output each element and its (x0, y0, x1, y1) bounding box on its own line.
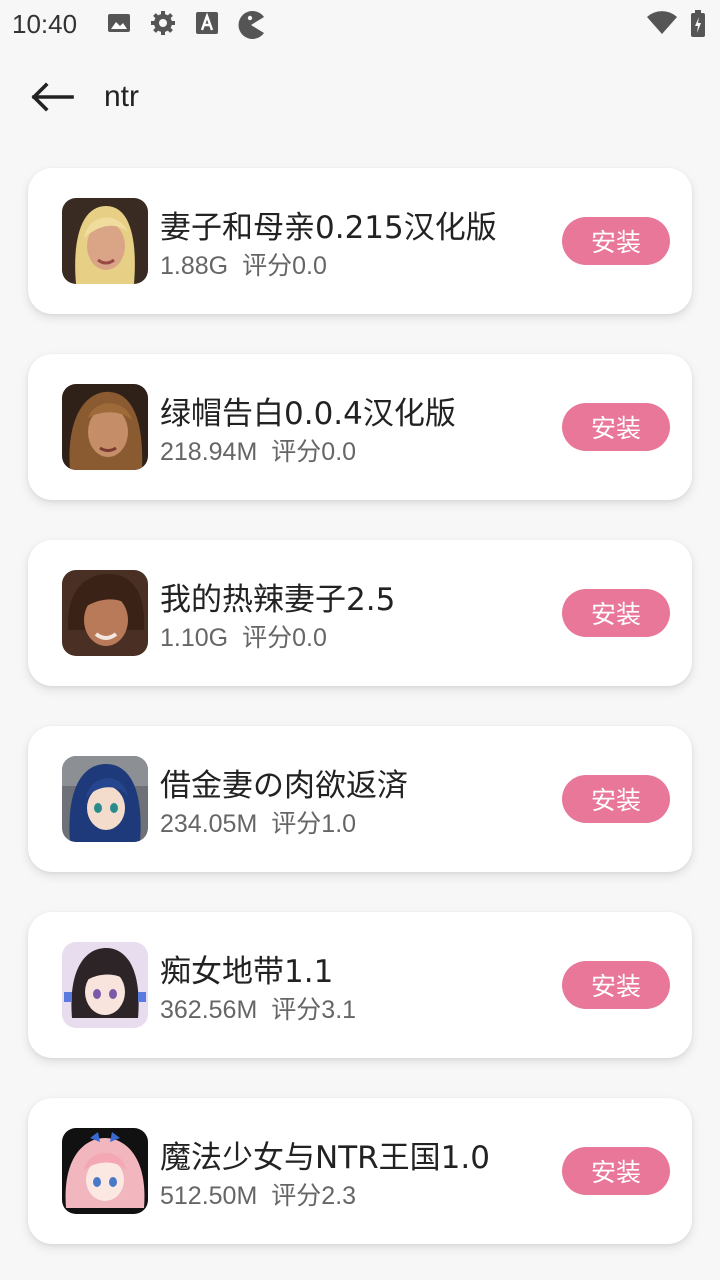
app-name: 魔法少女与NTR王国1.0 (160, 1140, 490, 1176)
app-thumbnail (62, 198, 148, 284)
list-item[interactable]: 痴女地带1.1 362.56M 评分3.1 安装 (28, 912, 692, 1058)
list-item[interactable]: 我的热辣妻子2.5 1.10G 评分0.0 安装 (28, 540, 692, 686)
app-size: 1.88G (160, 252, 229, 280)
status-time: 10:40 (12, 9, 78, 39)
install-button[interactable]: 安装 (562, 217, 670, 265)
search-top-bar: ntr (0, 60, 720, 140)
app-rating: 评分1.0 (271, 810, 357, 838)
app-meta: 1.10G 评分0.0 (160, 618, 327, 654)
list-item[interactable]: 妻子和母亲0.215汉化版 1.88G 评分0.0 安装 (28, 168, 692, 314)
gear-icon (150, 10, 176, 36)
install-button[interactable]: 安装 (562, 775, 670, 823)
app-thumbnail (62, 756, 148, 842)
list-item[interactable]: 绿帽告白0.0.4汉化版 218.94M 评分0.0 安装 (28, 354, 692, 500)
app-size: 1.10G (160, 624, 229, 652)
app-rating: 评分3.1 (271, 996, 357, 1024)
battery-icon (690, 10, 706, 42)
app-meta: 1.88G 评分0.0 (160, 246, 327, 282)
app-name: 绿帽告白0.0.4汉化版 (160, 396, 456, 432)
app-name: 妻子和母亲0.215汉化版 (160, 210, 497, 246)
results-list: 妻子和母亲0.215汉化版 1.88G 评分0.0 安装 绿帽告白0.0.4汉化版… (28, 168, 692, 1280)
image-icon (106, 10, 132, 36)
install-button[interactable]: 安装 (562, 961, 670, 1009)
app-rating: 评分0.0 (242, 252, 327, 280)
pacman-icon (236, 10, 266, 39)
app-rating: 评分2.3 (271, 1182, 357, 1210)
list-item[interactable]: 魔法少女与NTR王国1.0 512.50M 评分2.3 安装 (28, 1098, 692, 1244)
app-name: 痴女地带1.1 (160, 954, 334, 990)
install-button[interactable]: 安装 (562, 589, 670, 637)
app-meta: 234.05M 评分1.0 (160, 804, 356, 840)
app-meta: 218.94M 评分0.0 (160, 432, 356, 468)
app-rating: 评分0.0 (242, 624, 327, 652)
font-a-icon (194, 10, 220, 36)
app-name: 我的热辣妻子2.5 (160, 582, 396, 618)
app-meta: 512.50M 评分2.3 (160, 1176, 356, 1212)
app-size: 218.94M (160, 438, 258, 466)
back-button[interactable] (22, 74, 82, 124)
app-thumbnail (62, 942, 148, 1028)
install-button[interactable]: 安装 (562, 1147, 670, 1195)
app-thumbnail (62, 1128, 148, 1214)
install-button[interactable]: 安装 (562, 403, 670, 451)
app-rating: 评分0.0 (271, 438, 357, 466)
app-size: 362.56M (160, 996, 258, 1024)
search-query[interactable]: ntr (104, 80, 139, 114)
app-size: 234.05M (160, 810, 258, 838)
back-arrow-icon (30, 82, 74, 116)
app-thumbnail (62, 384, 148, 470)
app-thumbnail (62, 570, 148, 656)
app-meta: 362.56M 评分3.1 (160, 990, 356, 1026)
status-bar: 10:40 (0, 0, 720, 50)
wifi-icon (646, 10, 678, 40)
app-name: 借金妻の肉欲返済 (160, 768, 408, 804)
app-size: 512.50M (160, 1182, 258, 1210)
list-item[interactable]: 借金妻の肉欲返済 234.05M 评分1.0 安装 (28, 726, 692, 872)
